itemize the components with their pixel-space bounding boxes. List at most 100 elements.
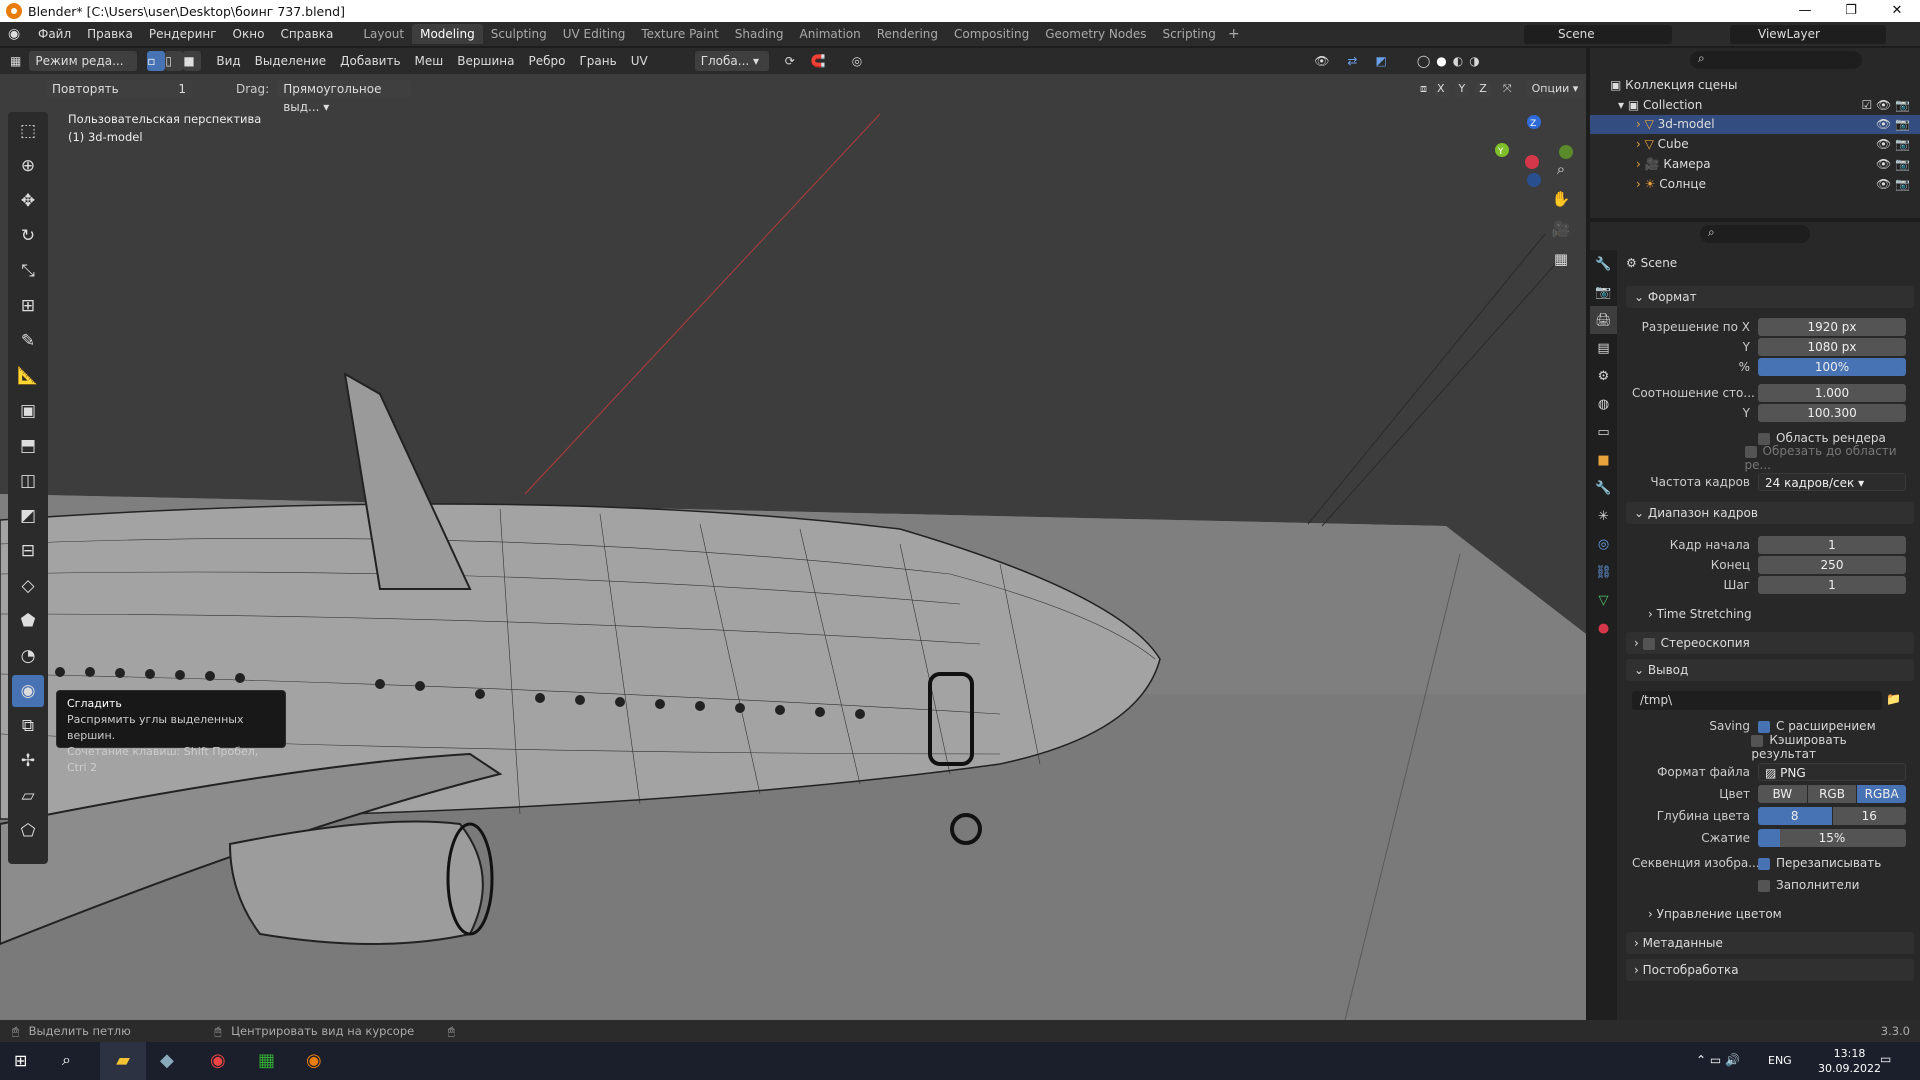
language-indicator[interactable]: ENG	[1768, 1054, 1792, 1067]
metadata-header[interactable]: › Метаданные	[1626, 932, 1914, 954]
xray-icon[interactable]: ◩	[1375, 54, 1386, 68]
annotate-icon[interactable]: ✎	[12, 325, 44, 357]
overlay-icon[interactable]: 👁	[1314, 54, 1329, 68]
solid-shading-icon[interactable]: ●	[1436, 54, 1446, 68]
rendered-shading-icon[interactable]: ◑	[1469, 54, 1479, 68]
format-panel-header[interactable]: ⌄ Формат	[1626, 286, 1914, 308]
modifier-tab-icon[interactable]: 🔧	[1590, 474, 1617, 502]
placeholders-checkbox[interactable]: Заполнители	[1758, 878, 1906, 892]
material-tab-icon[interactable]: ●	[1590, 614, 1617, 642]
wireframe-shading-icon[interactable]: ◯	[1417, 54, 1430, 68]
viewport-menu-item[interactable]: Грань	[572, 54, 623, 68]
stereo-header[interactable]: › Стереоскопия	[1626, 632, 1914, 654]
vertex-select-button[interactable]: ▫	[147, 51, 166, 71]
knife-icon[interactable]: ◇	[12, 570, 44, 602]
properties-search[interactable]: ⌕	[1700, 225, 1810, 243]
color-rgba-button[interactable]: RGBA	[1857, 785, 1907, 803]
workspace-tab[interactable]: Compositing	[946, 24, 1037, 44]
rotate-icon[interactable]: ↻	[12, 220, 44, 252]
frame-end-field[interactable]: 250	[1758, 556, 1906, 574]
transform-icon[interactable]: ⊞	[12, 290, 44, 322]
move-icon[interactable]: ✥	[12, 185, 44, 217]
collection-row[interactable]: ▾ ▣ Collection ☑ 👁 📷	[1590, 96, 1920, 115]
chrome-icon[interactable]: ◉	[210, 1050, 226, 1071]
workspace-tab[interactable]: UV Editing	[555, 24, 634, 44]
orientation-dropdown[interactable]: Глоба... ▾	[694, 51, 769, 71]
viewport-menu-item[interactable]: Меш	[408, 54, 451, 68]
menu-item[interactable]: Рендеринг	[141, 27, 225, 41]
tool-tab-icon[interactable]: 🔧	[1590, 250, 1617, 278]
menu-item[interactable]: Правка	[79, 27, 141, 41]
collection-visibility-icons[interactable]: ☑ 👁 📷	[1861, 96, 1910, 115]
poly-build-icon[interactable]: ⬟	[12, 605, 44, 637]
smooth-icon[interactable]: ◉	[12, 675, 44, 707]
frame-start-field[interactable]: 1	[1758, 536, 1906, 554]
excel-icon[interactable]: ▦	[258, 1050, 275, 1071]
particles-tab-icon[interactable]: ✳	[1590, 502, 1617, 530]
drag-dropdown[interactable]: Прямоугольное выд... ▾	[277, 80, 412, 114]
viewport-menu-item[interactable]: Вид	[209, 54, 247, 68]
workspace-tab[interactable]: Sculpting	[483, 24, 555, 44]
scene-tab-icon[interactable]: ⚙	[1590, 362, 1617, 390]
scene-selector[interactable]: Scene	[1524, 25, 1672, 44]
outliner-item[interactable]: › ☀ Солнце 👁 📷	[1590, 175, 1920, 194]
minimize-button[interactable]: —	[1782, 0, 1828, 22]
proportional-icon[interactable]: ◎	[852, 54, 862, 68]
overwrite-checkbox[interactable]: Перезаписывать	[1758, 856, 1906, 870]
fps-dropdown[interactable]: 24 кадров/сек ▾	[1758, 473, 1906, 491]
time-stretching-subpanel[interactable]: › Time Stretching	[1648, 607, 1752, 621]
viewlayer-selector[interactable]: ViewLayer	[1730, 25, 1886, 44]
menu-item[interactable]: Справка	[272, 27, 341, 41]
auto-merge-icon[interactable]: ⤧	[1503, 82, 1512, 96]
workspace-tab[interactable]: Animation	[792, 24, 869, 44]
last-operator-panel[interactable]: Повторять 1	[46, 80, 192, 98]
physics-tab-icon[interactable]: ◎	[1590, 530, 1617, 558]
axis-x-toggle[interactable]: X	[1433, 81, 1449, 97]
output-tab-icon[interactable]: 🖨	[1590, 306, 1617, 334]
clock[interactable]: 13:18 30.09.2022	[1818, 1046, 1881, 1076]
res-x-field[interactable]: 1920 px	[1758, 318, 1906, 336]
frame-step-field[interactable]: 1	[1758, 576, 1906, 594]
tray-icons[interactable]: ⌃ ▭ 🔊	[1696, 1053, 1740, 1067]
color-bw-button[interactable]: BW	[1758, 785, 1807, 803]
scale-icon[interactable]: ⤡	[12, 255, 44, 287]
outliner-item[interactable]: › ▽ 3d-model 👁 📷	[1590, 115, 1920, 134]
workspace-tab[interactable]: Rendering	[869, 24, 946, 44]
workspace-tab[interactable]: Layout	[355, 24, 412, 44]
visibility-icons[interactable]: 👁 📷	[1876, 115, 1910, 134]
menu-item[interactable]: Файл	[30, 27, 79, 41]
add-workspace-button[interactable]: +	[1228, 26, 1240, 42]
mirror-icon[interactable]: ⧈	[1420, 82, 1427, 96]
depth-8-button[interactable]: 8	[1758, 807, 1832, 825]
extension-checkbox[interactable]: С расширением	[1758, 719, 1876, 733]
mode-dropdown[interactable]: Режим реда... ▾	[29, 51, 138, 88]
rip-icon[interactable]: ⬠	[12, 815, 44, 847]
crop-checkbox[interactable]: Обрезать до области ре...	[1744, 444, 1906, 472]
cursor-icon[interactable]: ⊕	[12, 150, 44, 182]
data-tab-icon[interactable]: ▽	[1590, 586, 1617, 614]
object-tab-icon[interactable]: ■	[1590, 446, 1617, 474]
snap-icon[interactable]: 🧲	[811, 54, 826, 68]
start-icon[interactable]: ⊞	[14, 1051, 27, 1070]
res-pct-field[interactable]: 100%	[1758, 358, 1906, 376]
collection-tab-icon[interactable]: ▭	[1590, 418, 1617, 446]
aspect-x-field[interactable]: 1.000	[1758, 384, 1906, 402]
options-dropdown[interactable]: Опции ▾	[1525, 80, 1585, 98]
folder-icon[interactable]: 📁	[1886, 692, 1901, 706]
explorer-icon[interactable]: ▰	[100, 1042, 146, 1080]
compression-slider[interactable]: 15%	[1758, 829, 1906, 847]
measure-icon[interactable]: 📐	[12, 360, 44, 392]
world-tab-icon[interactable]: ◍	[1590, 390, 1617, 418]
zoom-icon[interactable]: ⌕	[1550, 154, 1572, 184]
shear-icon[interactable]: ▱	[12, 780, 44, 812]
add-cube-icon[interactable]: ▣	[12, 395, 44, 427]
gizmo-icon[interactable]: ⇄	[1347, 54, 1357, 68]
visibility-icons[interactable]: 👁 📷	[1876, 175, 1910, 194]
maximize-button[interactable]: ❐	[1828, 0, 1874, 22]
pan-hand-icon[interactable]: ✋	[1550, 184, 1572, 214]
select-box-icon[interactable]: ⬚	[12, 115, 44, 147]
workspace-tab[interactable]: Modeling	[412, 24, 483, 44]
depth-16-button[interactable]: 16	[1832, 807, 1906, 825]
frame-range-header[interactable]: ⌄ Диапазон кадров	[1626, 502, 1914, 524]
scene-collection-row[interactable]: ▣ Коллекция сцены	[1590, 76, 1920, 95]
